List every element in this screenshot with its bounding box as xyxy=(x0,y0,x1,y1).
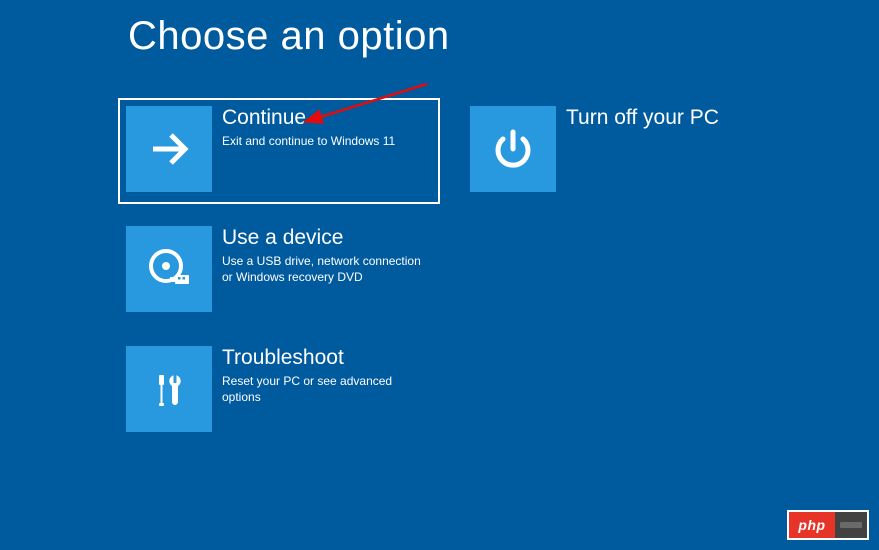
arrow-right-icon xyxy=(145,125,193,173)
troubleshoot-tile xyxy=(126,346,212,432)
watermark-brand: php xyxy=(789,512,835,538)
option-troubleshoot[interactable]: Troubleshoot Reset your PC or see advanc… xyxy=(118,338,440,444)
option-troubleshoot-desc: Reset your PC or see advanced options xyxy=(222,373,432,405)
option-continue-title: Continue xyxy=(222,106,432,129)
option-usedevice-title: Use a device xyxy=(222,226,432,249)
option-turn-off[interactable]: Turn off your PC xyxy=(462,98,784,204)
options-grid: Continue Exit and continue to Windows 11… xyxy=(118,98,784,444)
continue-tile xyxy=(126,106,212,192)
option-use-device[interactable]: Use a device Use a USB drive, network co… xyxy=(118,218,440,324)
option-usedevice-desc: Use a USB drive, network connection or W… xyxy=(222,253,432,285)
turnoff-tile xyxy=(470,106,556,192)
page-title: Choose an option xyxy=(128,14,450,59)
option-turnoff-title: Turn off your PC xyxy=(566,106,776,129)
usedevice-tile xyxy=(126,226,212,312)
option-continue[interactable]: Continue Exit and continue to Windows 11 xyxy=(118,98,440,204)
disc-usb-icon xyxy=(144,244,194,294)
watermark-chip-icon xyxy=(835,512,867,538)
tools-icon xyxy=(145,365,193,413)
option-continue-desc: Exit and continue to Windows 11 xyxy=(222,133,432,149)
power-icon xyxy=(489,125,537,173)
option-troubleshoot-title: Troubleshoot xyxy=(222,346,432,369)
watermark: php xyxy=(787,510,869,540)
